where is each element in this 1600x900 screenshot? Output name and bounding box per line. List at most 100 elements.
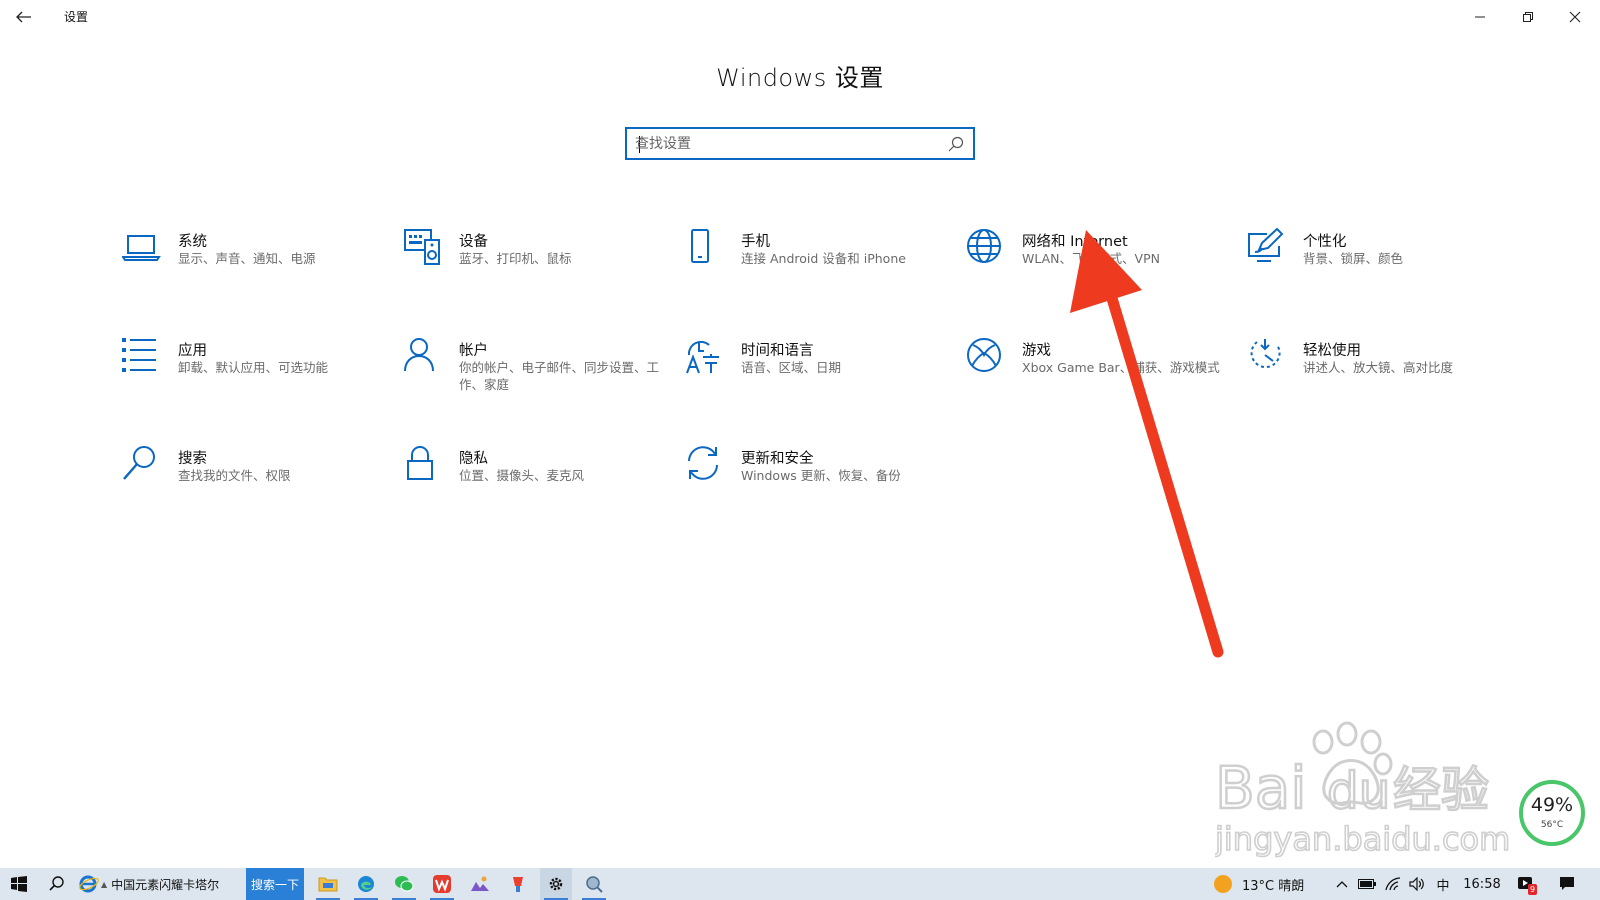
photos-icon xyxy=(471,876,489,891)
tile-description: 讲述人、放大镜、高对比度 xyxy=(1303,360,1454,375)
close-icon xyxy=(1569,11,1581,23)
notification-badge: 9 xyxy=(1528,884,1538,895)
tile-description: 卸载、默认应用、可选功能 xyxy=(178,360,329,375)
wechat-button[interactable] xyxy=(388,868,420,900)
battery-percent: 49% xyxy=(1530,794,1574,816)
restore-icon xyxy=(1523,12,1533,22)
weather-widget[interactable]: 13°C 晴朗 xyxy=(1212,868,1328,900)
start-button[interactable] xyxy=(4,868,34,900)
taskbar-search-go-button[interactable]: 搜索一下 xyxy=(246,868,304,900)
tile-label: 搜索 xyxy=(178,451,207,467)
close-button[interactable] xyxy=(1557,4,1593,30)
taskbar-search-button[interactable] xyxy=(42,868,72,900)
tile-apps[interactable]: 应用 卸载、默认应用、可选功能 xyxy=(122,337,382,417)
tile-label: 游戏 xyxy=(1022,343,1051,359)
tile-description: 连接 Android 设备和 iPhone xyxy=(741,251,906,266)
weather-text: 13°C 晴朗 xyxy=(1242,878,1305,894)
title-bar: 设置 xyxy=(0,0,1600,34)
settings-app-button[interactable] xyxy=(540,868,572,900)
speaker-icon xyxy=(1409,877,1424,891)
tile-phone[interactable]: 手机 连接 Android 设备和 iPhone xyxy=(685,228,945,308)
gear-icon xyxy=(549,877,563,891)
windows-logo-icon xyxy=(11,876,27,892)
chevron-up-icon xyxy=(1336,881,1348,888)
wifi-tray-button[interactable] xyxy=(1382,868,1404,900)
video-app-tray-button[interactable]: 9 xyxy=(1512,868,1540,900)
lock-icon xyxy=(407,446,433,480)
tile-description: 背景、锁屏、颜色 xyxy=(1303,251,1404,266)
system-tool-button[interactable] xyxy=(578,868,610,900)
tile-personalization[interactable]: 个性化 背景、锁屏、颜色 xyxy=(1247,228,1507,308)
tile-update-security[interactable]: 更新和安全 Windows 更新、恢复、备份 xyxy=(685,445,945,525)
watermark-brand-2: du xyxy=(1327,762,1390,820)
phone-icon xyxy=(691,229,709,263)
tile-description: 蓝牙、打印机、鼠标 xyxy=(459,251,572,266)
baidu-watermark: Bai du 经验 jingyan.baidu.com xyxy=(1215,721,1511,859)
battery-icon xyxy=(1358,879,1376,889)
tile-description: 你的帐户、电子邮件、同步设置、工作、家庭 xyxy=(459,360,660,392)
tile-accounts[interactable]: 帐户 你的帐户、电子邮件、同步设置、工作、家庭 xyxy=(403,337,663,417)
xbox-icon xyxy=(967,338,1001,372)
notification-icon xyxy=(1560,877,1574,890)
tile-label: 时间和语言 xyxy=(741,343,814,359)
tile-system[interactable]: 系统 显示、声音、通知、电源 xyxy=(122,228,382,308)
wps-button[interactable] xyxy=(426,868,458,900)
tile-label: 更新和安全 xyxy=(741,451,814,467)
personalize-icon xyxy=(1248,228,1284,262)
search-icon xyxy=(49,876,64,891)
tile-label: 网络和 Internet xyxy=(1022,234,1128,250)
tile-search[interactable]: 搜索 查找我的文件、权限 xyxy=(122,445,382,525)
tile-description: 查找我的文件、权限 xyxy=(178,468,291,483)
magnifier-gear-icon xyxy=(586,876,603,893)
app-title: 设置 xyxy=(64,10,89,24)
restore-button[interactable] xyxy=(1510,4,1546,30)
tile-description: WLAN、飞行模式、VPN xyxy=(1022,251,1160,266)
battery-tray-button[interactable] xyxy=(1356,868,1378,900)
apps-list-icon xyxy=(122,338,156,372)
tile-time-language[interactable]: 时间和语言 语音、区域、日期 xyxy=(685,337,945,417)
devices-icon xyxy=(404,229,440,265)
settings-search-box[interactable] xyxy=(625,127,975,160)
tile-network[interactable]: 网络和 Internet WLAN、飞行模式、VPN xyxy=(966,228,1226,308)
paint-app-button[interactable] xyxy=(502,868,534,900)
file-explorer-button[interactable] xyxy=(312,868,344,900)
tile-description: 语音、区域、日期 xyxy=(741,360,842,375)
volume-tray-button[interactable] xyxy=(1406,868,1428,900)
battery-widget[interactable]: 49% 56°C xyxy=(1519,780,1585,846)
tile-devices[interactable]: 设备 蓝牙、打印机、鼠标 xyxy=(403,228,663,308)
tile-description: 位置、摄像头、麦克风 xyxy=(459,468,585,483)
tile-label: 帐户 xyxy=(459,343,488,359)
browser-taskbar-item[interactable]: ▲ 中国元素闪耀卡塔尔 xyxy=(78,868,240,900)
tile-label: 轻松使用 xyxy=(1303,343,1361,359)
ease-of-access-icon xyxy=(1250,339,1281,369)
search-icon xyxy=(123,446,155,480)
show-hidden-icons-button[interactable] xyxy=(1332,868,1352,900)
person-icon xyxy=(404,338,434,372)
minimize-button[interactable] xyxy=(1462,4,1498,30)
page-title: Windows 设置 xyxy=(716,64,884,92)
input-method-indicator[interactable]: 中 xyxy=(1432,868,1454,900)
tile-privacy[interactable]: 隐私 位置、摄像头、麦克风 xyxy=(403,445,663,525)
sync-icon xyxy=(688,446,718,480)
battery-temp: 56°C xyxy=(1540,820,1564,830)
browser-tab-title: 中国元素闪耀卡塔尔 xyxy=(111,877,220,892)
back-button[interactable] xyxy=(10,5,38,29)
tile-description: 显示、声音、通知、电源 xyxy=(178,251,316,266)
tile-ease-of-access[interactable]: 轻松使用 讲述人、放大镜、高对比度 xyxy=(1247,337,1507,417)
watermark-brand: Bai xyxy=(1215,754,1306,822)
clock[interactable]: 16:58 xyxy=(1458,868,1506,900)
taskbar: ▲ 中国元素闪耀卡塔尔 搜索一下 13°C 晴朗 中 16:58 9 xyxy=(0,868,1600,900)
paint-icon xyxy=(513,877,523,892)
photos-app-button[interactable] xyxy=(464,868,496,900)
dropdown-triangle-icon: ▲ xyxy=(101,879,108,889)
wps-icon xyxy=(433,875,451,893)
tile-gaming[interactable]: 游戏 Xbox Game Bar、捕获、游戏模式 xyxy=(966,337,1226,417)
search-icon xyxy=(948,136,964,152)
folder-icon xyxy=(318,877,338,892)
tile-label: 应用 xyxy=(178,343,207,359)
action-center-button[interactable] xyxy=(1552,868,1582,900)
wechat-icon xyxy=(395,876,414,892)
settings-search-input[interactable] xyxy=(635,134,935,154)
edge-browser-button[interactable] xyxy=(350,868,382,900)
ie-browser-icon xyxy=(79,875,99,893)
